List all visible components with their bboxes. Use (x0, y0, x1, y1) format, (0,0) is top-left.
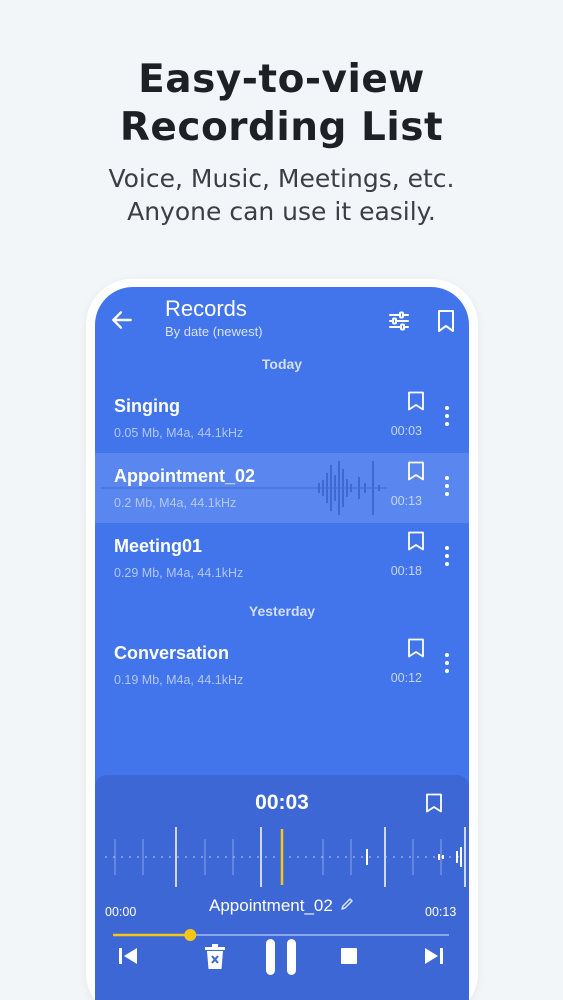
promo-sub-line2: Anyone can use it easily. (127, 197, 436, 226)
record-name: Singing (114, 396, 180, 416)
promo-sub-line1: Voice, Music, Meetings, etc. (108, 164, 455, 193)
section-header-today: Today (261, 356, 303, 372)
app-screen: Records By date (newest) Today Singing 0… (95, 287, 469, 1000)
mini-player: 00:03 00:00 Appointment_02 00:13 (95, 775, 469, 1000)
bookmark-icon[interactable] (407, 461, 425, 481)
promo-subtitle: Voice, Music, Meetings, etc. Anyone can … (0, 162, 563, 228)
trash-icon[interactable] (203, 943, 227, 971)
bookmark-icon[interactable] (407, 391, 425, 411)
record-meta: 0.2 Mb, M4a, 44.1kHz (114, 496, 237, 510)
record-duration: 00:12 (390, 671, 422, 685)
pencil-icon[interactable] (339, 896, 355, 912)
promo-headline-line1: Easy-to-view (138, 57, 425, 102)
more-vertical-icon[interactable] (442, 475, 452, 497)
record-duration: 00:03 (390, 424, 422, 438)
title-block: Records By date (newest) (165, 296, 263, 339)
promo-headline-line2: Recording List (119, 105, 444, 150)
bookmark-icon[interactable] (407, 531, 425, 551)
bookmark-icon[interactable] (407, 638, 425, 658)
record-meta: 0.05 Mb, M4a, 44.1kHz (114, 426, 244, 440)
player-start-time: 00:00 (105, 905, 137, 919)
record-item-active[interactable]: Appointment_02 0.2 Mb, M4a, 44.1kHz 00:1… (95, 453, 469, 523)
player-end-time: 00:13 (425, 905, 457, 919)
more-vertical-icon[interactable] (442, 405, 452, 427)
record-name: Meeting01 (114, 536, 203, 556)
record-name: Conversation (114, 643, 230, 663)
page-title: Records (165, 296, 247, 321)
record-name: Appointment_02 (114, 466, 256, 486)
player-waveform[interactable] (95, 827, 469, 887)
record-item[interactable]: Singing 0.05 Mb, M4a, 44.1kHz 00:03 (95, 383, 469, 453)
bookmark-icon[interactable] (425, 793, 443, 813)
record-duration: 00:18 (390, 564, 422, 578)
more-vertical-icon[interactable] (442, 545, 452, 567)
seek-thumb (184, 929, 197, 941)
more-vertical-icon[interactable] (442, 652, 452, 674)
pause-icon[interactable] (264, 937, 298, 977)
record-meta: 0.29 Mb, M4a, 44.1kHz (114, 566, 244, 580)
promo-header: Easy-to-view Recording List Voice, Music… (0, 56, 563, 228)
arrow-left-icon[interactable] (109, 307, 135, 333)
skip-previous-icon[interactable] (117, 943, 139, 969)
promo-headline: Easy-to-view Recording List (0, 56, 563, 152)
bookmark-icon[interactable] (435, 309, 457, 333)
sliders-icon[interactable] (387, 309, 411, 333)
record-duration: 00:13 (390, 494, 422, 508)
app-bar: Records By date (newest) (95, 287, 469, 351)
stop-icon[interactable] (338, 943, 360, 969)
player-track-name: Appointment_02 (209, 896, 333, 915)
player-current-time: 00:03 (255, 791, 309, 814)
record-meta: 0.19 Mb, M4a, 44.1kHz (114, 673, 244, 687)
section-header-yesterday: Yesterday (248, 603, 316, 619)
skip-next-icon[interactable] (423, 943, 445, 969)
record-item[interactable]: Conversation 0.19 Mb, M4a, 44.1kHz 00:12 (95, 630, 469, 700)
record-item[interactable]: Meeting01 0.29 Mb, M4a, 44.1kHz 00:18 (95, 523, 469, 593)
sort-order-label: By date (newest) (165, 324, 263, 339)
